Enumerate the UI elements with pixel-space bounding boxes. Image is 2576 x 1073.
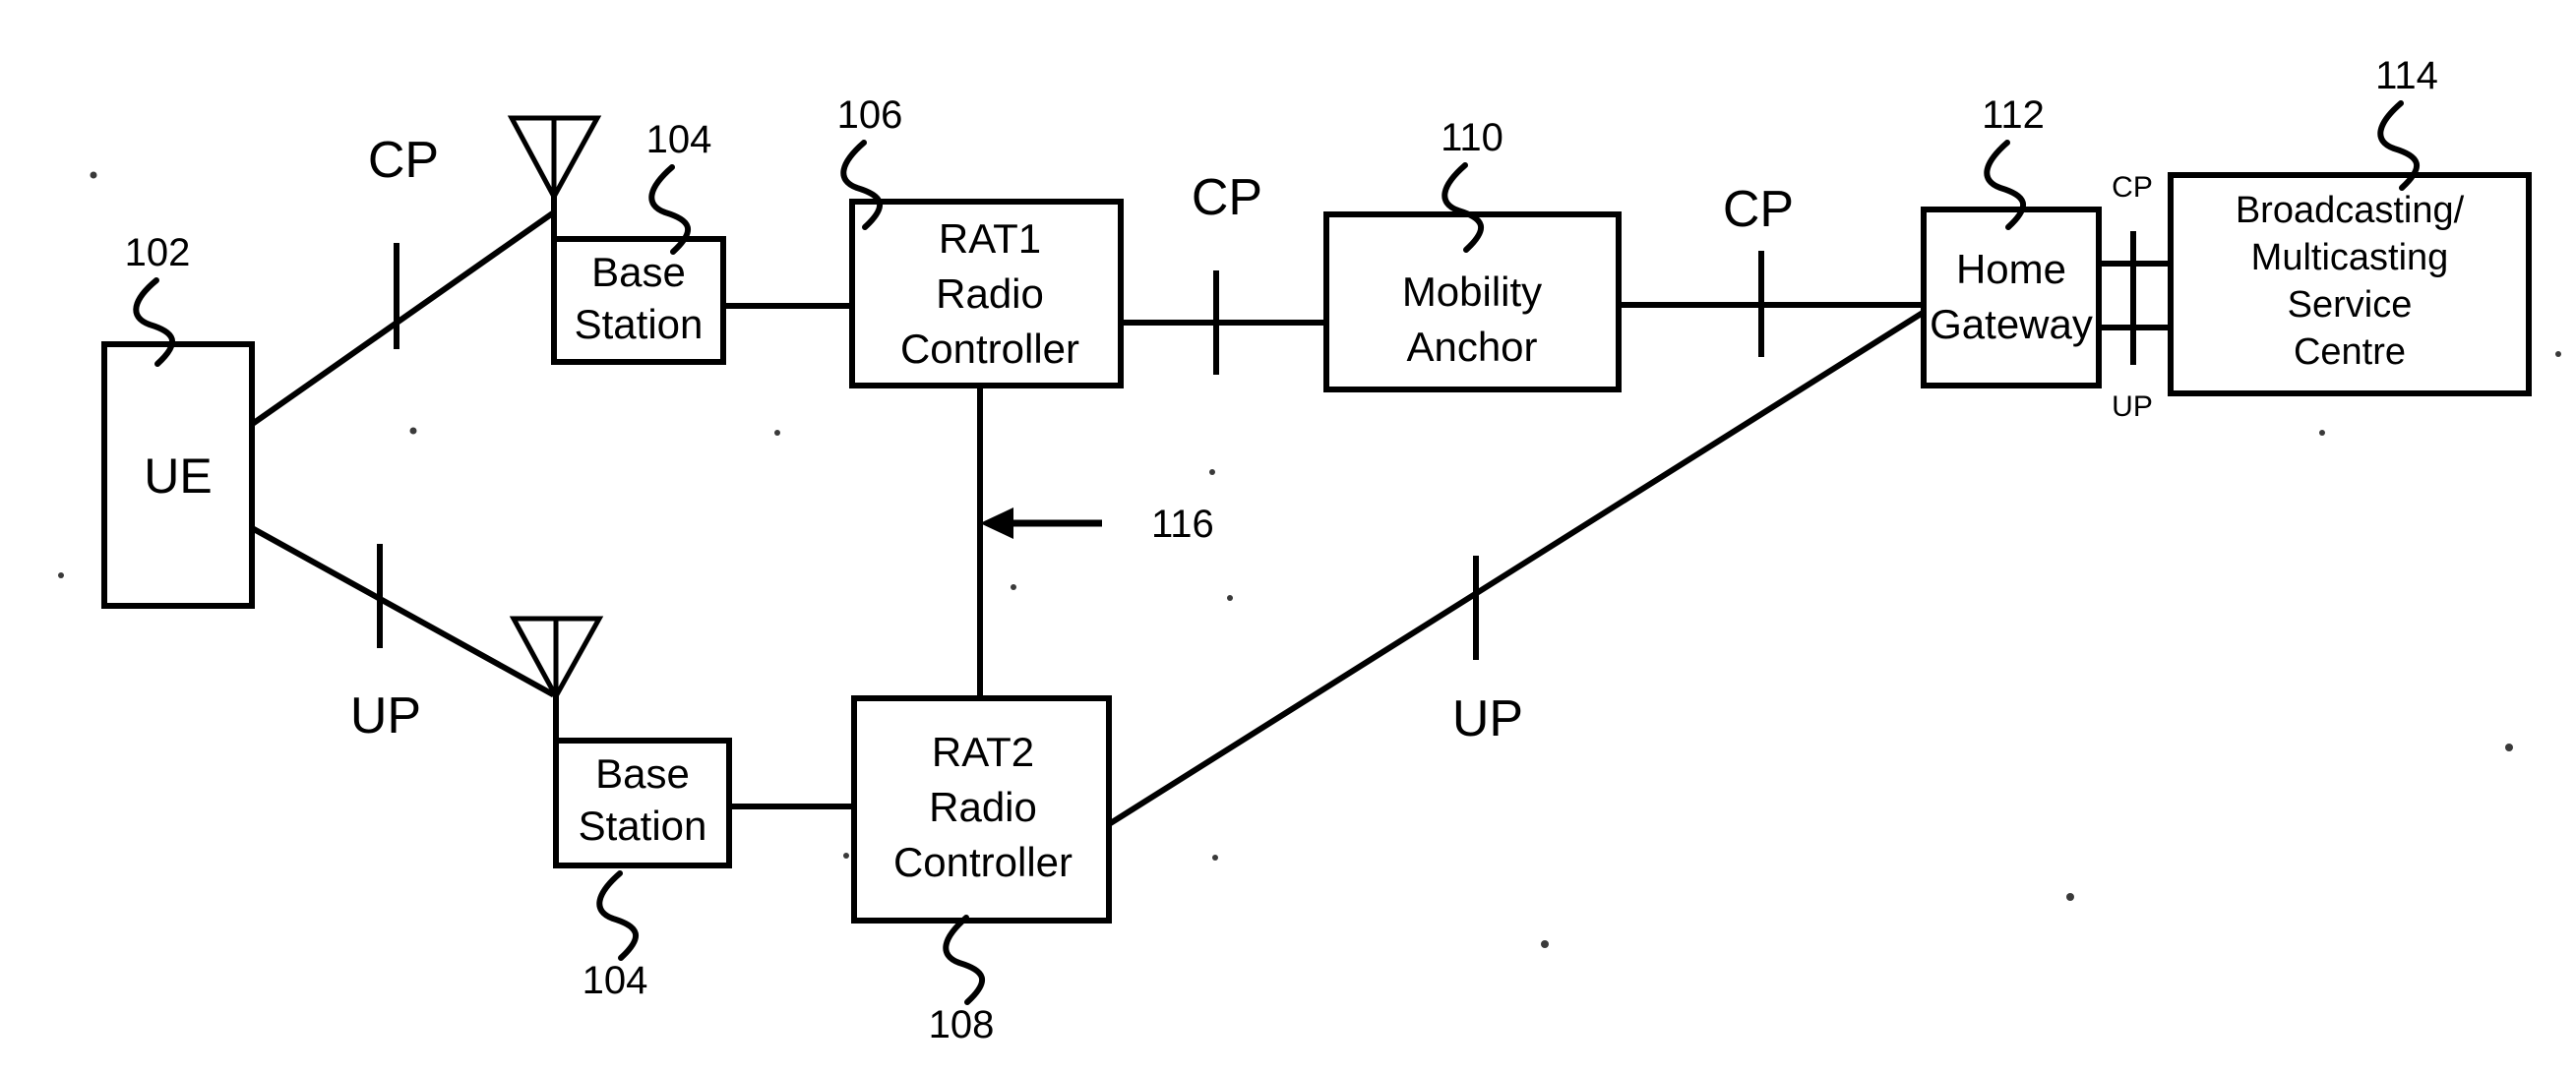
speck — [1541, 940, 1549, 948]
node-label-base-station-top-line2: Station — [575, 301, 704, 347]
link-label-cp-rat1-mobility: CP — [1192, 169, 1262, 226]
ref-numeral-110: 110 — [1441, 116, 1503, 159]
leader-108 — [943, 915, 986, 1005]
ref-numeral-108: 108 — [929, 1003, 995, 1046]
node-box-home-gateway[interactable] — [1921, 207, 2102, 388]
speck — [2505, 744, 2513, 751]
ref-numeral-106: 106 — [837, 93, 903, 137]
node-label-rat2-line2: Radio — [929, 784, 1037, 830]
ref-numeral-104-bottom: 104 — [583, 959, 648, 1002]
speck — [1212, 855, 1218, 861]
arrow-116-head-icon — [980, 507, 1013, 539]
speck — [90, 171, 97, 179]
link-label-cp-gateway-bmsc: CP — [2112, 171, 2153, 204]
speck — [1227, 595, 1233, 601]
link-ue-to-base-station-bottom — [249, 524, 556, 698]
link-label-up-rat2-gateway: UP — [1452, 690, 1523, 747]
patent-figure: UE Base Station Base Station RAT1 Radio … — [0, 0, 2576, 1073]
speck — [774, 430, 780, 436]
speck — [1209, 469, 1215, 475]
link-label-up-gateway-bmsc: UP — [2112, 390, 2153, 423]
speck — [58, 572, 64, 578]
node-label-rat1-line1: RAT1 — [939, 215, 1041, 262]
node-label-rat1-line3: Controller — [900, 326, 1079, 372]
node-label-home-gateway-line1: Home — [1956, 246, 2066, 292]
node-label-rat2-line1: RAT2 — [932, 729, 1034, 775]
ref-numeral-116: 116 — [1151, 503, 1214, 546]
speck — [2319, 430, 2325, 436]
node-label-base-station-bottom-line2: Station — [579, 803, 707, 849]
ref-numeral-104-top: 104 — [646, 118, 712, 161]
speck — [2555, 351, 2561, 357]
link-label-cp-mobility-gateway: CP — [1723, 181, 1794, 238]
node-label-mobility-anchor-line1: Mobility — [1402, 268, 1542, 315]
network-diagram-canvas: UE Base Station Base Station RAT1 Radio … — [58, 54, 2561, 1046]
ref-numeral-114: 114 — [2375, 54, 2438, 97]
node-label-bmsc-line1: Broadcasting/ — [2236, 190, 2465, 231]
node-label-bmsc-line4: Centre — [2294, 331, 2406, 373]
speck — [409, 427, 417, 435]
node-boxes — [101, 172, 2532, 924]
speck — [843, 853, 849, 859]
node-label-bmsc-line2: Multicasting — [2251, 237, 2449, 278]
speck — [2066, 893, 2074, 901]
node-label-rat1-line2: Radio — [936, 270, 1044, 317]
node-label-bmsc-line3: Service — [2288, 284, 2413, 326]
node-label-rat2-line3: Controller — [893, 839, 1073, 885]
link-ue-to-base-station-top — [249, 209, 556, 428]
speck — [1011, 584, 1016, 590]
ref-numeral-112: 112 — [1982, 93, 2045, 137]
node-label-home-gateway-line2: Gateway — [1930, 301, 2093, 347]
ref-numeral-102: 102 — [125, 231, 191, 274]
link-label-up-air-user: UP — [350, 687, 421, 745]
node-label-ue: UE — [144, 448, 212, 504]
link-label-cp-air-control: CP — [368, 132, 439, 189]
node-label-mobility-anchor-line2: Anchor — [1406, 324, 1537, 370]
annotation-116-group: 116 — [980, 503, 1214, 546]
node-label-base-station-top-line1: Base — [591, 249, 686, 295]
node-label-base-station-bottom-line1: Base — [595, 750, 690, 797]
leader-104-bottom — [596, 870, 640, 961]
